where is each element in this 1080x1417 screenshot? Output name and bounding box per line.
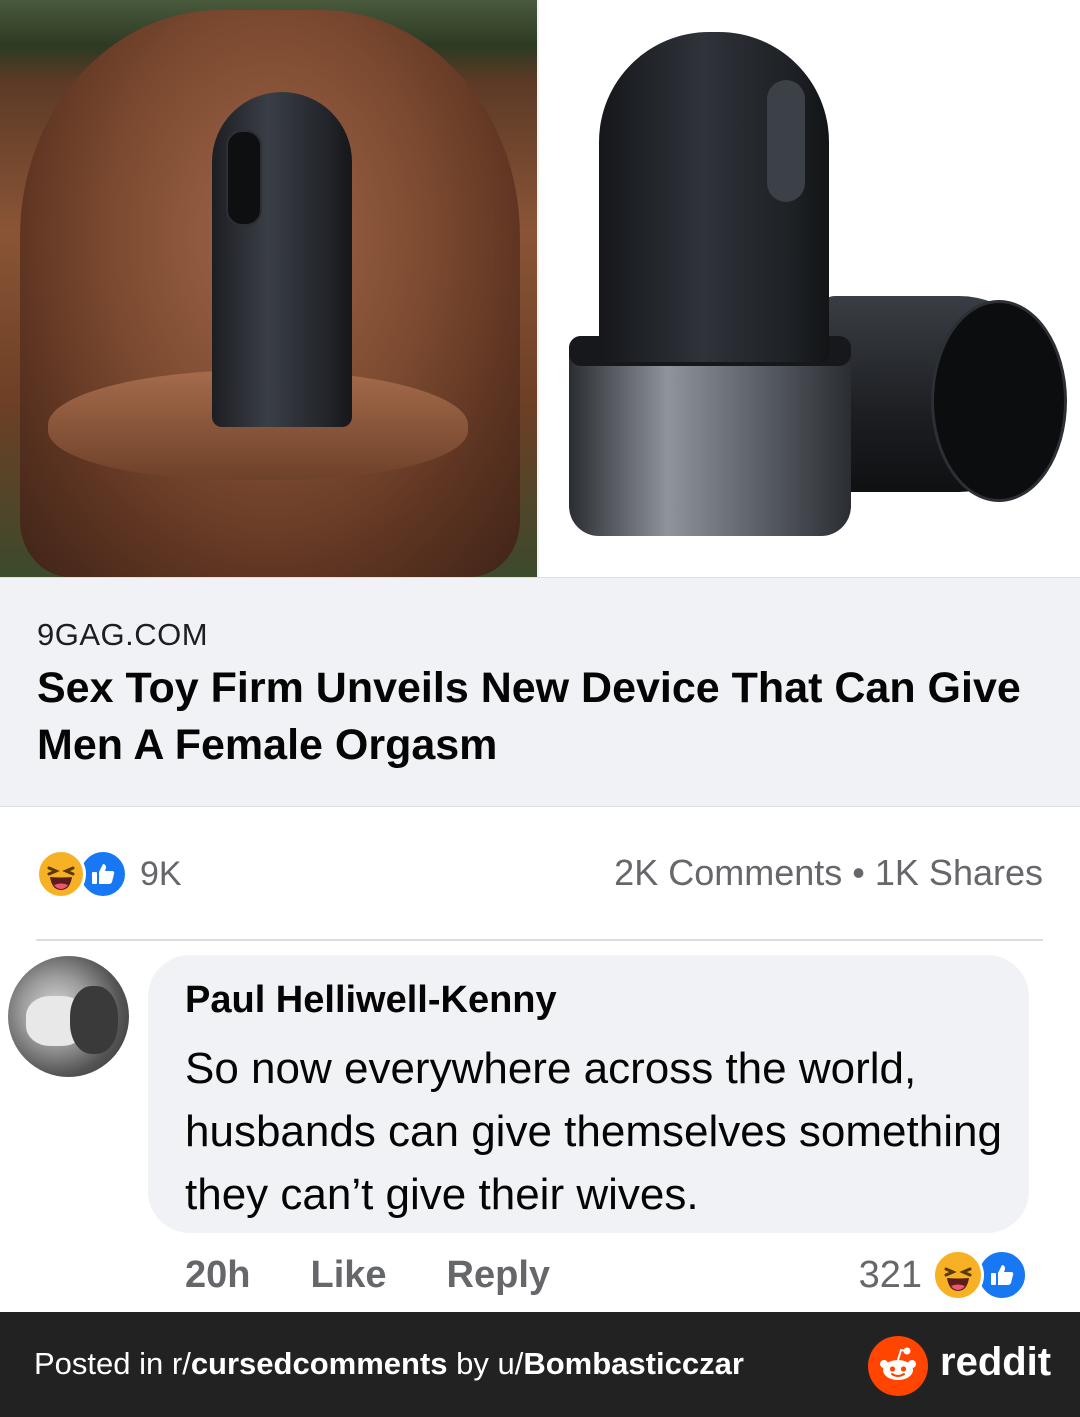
product-photo-held[interactable]	[0, 0, 537, 577]
link-domain: 9GAG.COM	[37, 617, 209, 652]
comment-reaction-count: 321	[858, 1253, 922, 1296]
divider	[36, 939, 1043, 941]
reddit-logo-icon	[868, 1336, 928, 1396]
comments-count[interactable]: 2K Comments	[614, 852, 842, 893]
comment-bubble: Paul Helliwell-Kenny So now everywhere a…	[148, 955, 1029, 1233]
engagement-stats: 2K Comments • 1K Shares	[614, 852, 1043, 894]
reddit-wordmark: reddit	[940, 1340, 1052, 1384]
comment-text: So now everywhere across the world, husb…	[185, 1044, 1002, 1219]
username-link[interactable]: Bombasticczar	[523, 1346, 744, 1381]
like-button[interactable]: Like	[310, 1254, 386, 1297]
post-reactions[interactable]: 9K	[36, 848, 182, 900]
posted-in-text: Posted in r/cursedcomments by u/Bombasti…	[34, 1346, 744, 1382]
sleeve-cap-shape	[931, 300, 1067, 502]
link-title[interactable]: Sex Toy Firm Unveils New Device That Can…	[37, 660, 1037, 774]
device-buttons	[226, 130, 262, 226]
stats-separator: •	[852, 852, 865, 893]
shares-count[interactable]: 1K Shares	[875, 852, 1043, 893]
product-photo-studio[interactable]	[537, 0, 1080, 577]
avatar[interactable]	[8, 956, 129, 1077]
base-shape	[569, 336, 851, 536]
reaction-count[interactable]: 9K	[140, 855, 182, 894]
avatar-shape	[70, 986, 118, 1054]
link-preview[interactable]: 9GAG.COM Sex Toy Firm Unveils New Device…	[0, 577, 1080, 807]
comment-actions: 20h Like Reply	[185, 1250, 550, 1300]
posted-in-prefix: Posted in r/	[34, 1346, 191, 1381]
comment-timestamp[interactable]: 20h	[185, 1254, 250, 1297]
tower-buttons	[767, 80, 805, 202]
comment-reactions[interactable]: 321	[859, 1248, 1028, 1302]
haha-icon	[932, 1249, 984, 1301]
reply-button[interactable]: Reply	[447, 1254, 550, 1297]
haha-icon	[36, 849, 86, 899]
subreddit-link[interactable]: cursedcomments	[191, 1346, 448, 1381]
reddit-footer: Posted in r/cursedcomments by u/Bombasti…	[0, 1312, 1080, 1417]
posted-by-prefix: by u/	[447, 1346, 524, 1381]
post-images[interactable]	[0, 0, 1080, 577]
comment-author[interactable]: Paul Helliwell-Kenny	[185, 979, 557, 1022]
